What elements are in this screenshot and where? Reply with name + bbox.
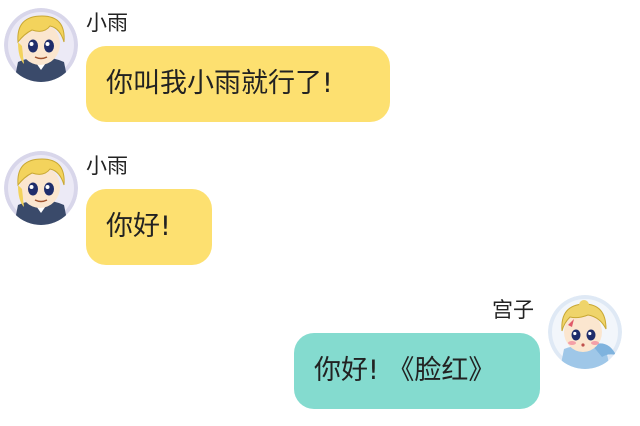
message-bubble[interactable]: 你叫我小雨就行了!	[86, 46, 390, 122]
chat-view: 小雨 你叫我小雨就行了! 小雨 你好! 宫子 你好! 《脸红》	[0, 0, 640, 426]
sender-name: 小雨	[86, 11, 128, 35]
blonde-boy-avatar-icon	[4, 151, 78, 225]
blonde-girl-avatar-icon	[548, 295, 622, 369]
message-bubble[interactable]: 你好!	[86, 189, 212, 265]
chat-message: 小雨 你叫我小雨就行了!	[0, 0, 640, 130]
message-bubble[interactable]: 你好! 《脸红》	[294, 333, 540, 409]
sender-name: 小雨	[86, 154, 128, 178]
sender-avatar[interactable]	[4, 8, 78, 82]
sender-name: 宫子	[492, 298, 534, 322]
blonde-boy-avatar-icon	[4, 8, 78, 82]
sender-avatar[interactable]	[548, 295, 622, 369]
sender-avatar[interactable]	[4, 151, 78, 225]
chat-message: 小雨 你好!	[0, 143, 640, 273]
chat-message: 宫子 你好! 《脸红》	[0, 287, 640, 417]
